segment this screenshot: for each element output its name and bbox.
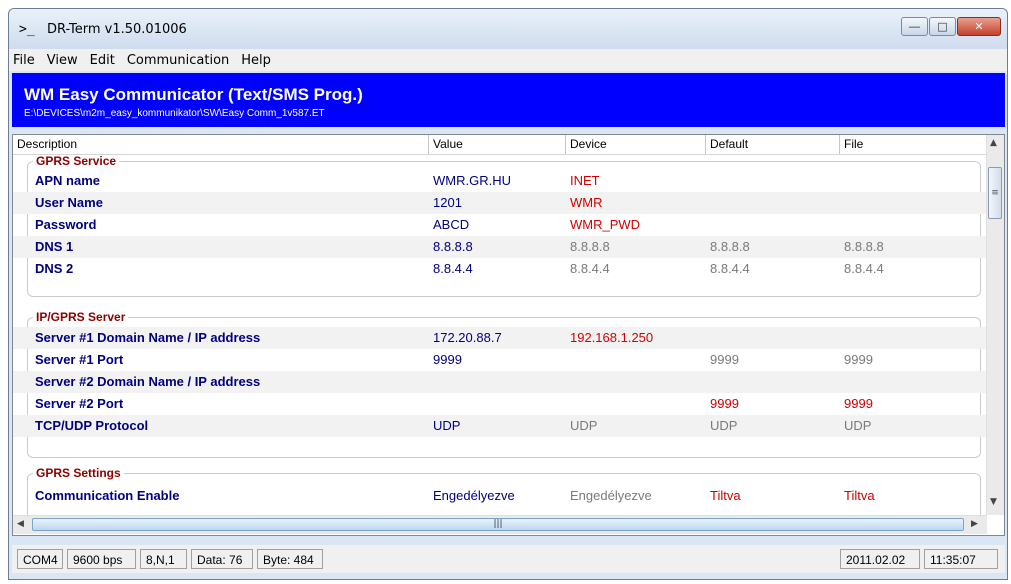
row-device: 8.8.4.4 xyxy=(570,261,610,276)
row-file: 8.8.4.4 xyxy=(844,261,884,276)
row-value[interactable]: 172.20.88.7 xyxy=(433,327,502,349)
row-description: User Name xyxy=(35,195,103,210)
table-row[interactable]: User Name 1201 WMR xyxy=(13,192,987,214)
status-date: 2011.02.02 xyxy=(840,549,920,569)
vertical-scrollbar[interactable]: ▲ ≡ ▼ xyxy=(986,135,1004,515)
column-header-device[interactable]: Device xyxy=(566,135,706,154)
menu-file[interactable]: File xyxy=(9,53,41,68)
terminal-prompt-icon: >_ xyxy=(19,22,35,37)
group-label: GPRS Settings xyxy=(33,466,124,480)
row-description: Server #2 Domain Name / IP address xyxy=(35,374,261,389)
row-device: INET xyxy=(570,173,600,188)
parameter-grid: Description Value Device Default File GP… xyxy=(12,134,1005,536)
window-title: DR-Term v1.50.01006 xyxy=(47,22,187,37)
row-description: Communication Enable xyxy=(35,488,180,503)
row-file: 9999 xyxy=(844,396,873,411)
grid-content: GPRS Service APN name WMR.GR.HU INET Use… xyxy=(13,155,987,515)
table-row[interactable]: Server #1 Port 9999 9999 9999 xyxy=(13,349,987,371)
status-bytes: Byte: 484 xyxy=(257,549,323,569)
scroll-left-icon[interactable]: ◀ xyxy=(17,519,24,529)
row-device: 8.8.8.8 xyxy=(570,239,610,254)
status-port: COM4 xyxy=(17,549,63,569)
row-default: 9999 xyxy=(710,352,739,367)
close-icon: ✕ xyxy=(974,20,984,33)
row-device: WMR xyxy=(570,195,603,210)
row-value[interactable]: 8.8.8.8 xyxy=(433,236,473,258)
table-row[interactable]: APN name WMR.GR.HU INET xyxy=(13,170,987,192)
menu-bar: File View Edit Communication Help xyxy=(9,49,1007,71)
table-row[interactable]: DNS 2 8.8.4.4 8.8.4.4 8.8.4.4 8.8.4.4 xyxy=(13,258,987,280)
file-path: E:\DEVICES\m2m_easy_kommunikator\SW\Easy… xyxy=(24,108,325,119)
table-row[interactable]: Server #2 Port 9999 9999 xyxy=(13,393,987,415)
menu-view[interactable]: View xyxy=(41,53,84,68)
column-header-default[interactable]: Default xyxy=(706,135,840,154)
table-row[interactable]: Communication Enable Engedélyezve Engedé… xyxy=(13,485,987,507)
row-default: UDP xyxy=(710,418,738,433)
column-header-description[interactable]: Description xyxy=(13,135,429,154)
maximize-icon: □ xyxy=(937,20,948,33)
scroll-down-icon[interactable]: ▼ xyxy=(990,497,997,507)
vertical-scroll-thumb[interactable]: ≡ xyxy=(988,167,1002,219)
status-time: 11:35:07 xyxy=(924,549,998,569)
row-description: Password xyxy=(35,217,97,232)
table-row[interactable]: Server #1 Domain Name / IP address 172.2… xyxy=(13,327,987,349)
row-default: 9999 xyxy=(710,396,739,411)
row-file: UDP xyxy=(844,418,872,433)
row-default: 8.8.8.8 xyxy=(710,239,750,254)
table-row[interactable]: TCP/UDP Protocol UDP UDP UDP UDP xyxy=(13,415,987,437)
window-controls: ― □ ✕ xyxy=(900,17,1001,36)
group-label: IP/GPRS Server xyxy=(33,310,129,324)
row-description: DNS 2 xyxy=(35,261,74,276)
row-description: Server #1 Port xyxy=(35,352,124,367)
minimize-button[interactable]: ― xyxy=(901,17,928,36)
row-value[interactable]: 8.8.4.4 xyxy=(433,258,473,280)
row-default: Tiltva xyxy=(710,488,741,503)
status-baud: 9600 bps xyxy=(67,549,136,569)
column-header-file[interactable]: File xyxy=(840,135,987,154)
maximize-button[interactable]: □ xyxy=(929,17,956,36)
grid-header: Description Value Device Default File xyxy=(13,135,987,155)
row-description: DNS 1 xyxy=(35,239,74,254)
row-description: TCP/UDP Protocol xyxy=(35,418,149,433)
table-row[interactable]: DNS 1 8.8.8.8 8.8.8.8 8.8.8.8 8.8.8.8 xyxy=(13,236,987,258)
horizontal-scroll-thumb[interactable]: ||| xyxy=(32,518,964,531)
device-banner: WM Easy Communicator (Text/SMS Prog.) E:… xyxy=(12,73,1005,127)
device-title: WM Easy Communicator (Text/SMS Prog.) xyxy=(24,85,363,104)
status-data: Data: 76 xyxy=(191,549,253,569)
row-value[interactable]: WMR.GR.HU xyxy=(433,170,511,192)
menu-help[interactable]: Help xyxy=(235,53,277,68)
menu-edit[interactable]: Edit xyxy=(84,53,121,68)
horizontal-scrollbar[interactable]: ◀ ||| ▶ xyxy=(13,515,987,534)
row-value[interactable]: Engedélyezve xyxy=(433,485,515,507)
row-description: Server #1 Domain Name / IP address xyxy=(35,330,261,345)
title-bar[interactable]: >_ DR-Term v1.50.01006 ― □ ✕ xyxy=(9,9,1007,49)
row-value[interactable]: 1201 xyxy=(433,192,462,214)
app-window: >_ DR-Term v1.50.01006 ― □ ✕ File View E… xyxy=(8,8,1008,580)
status-format: 8,N,1 xyxy=(140,549,187,569)
minimize-icon: ― xyxy=(909,20,920,33)
row-device: Engedélyezve xyxy=(570,488,652,503)
row-device: 192.168.1.250 xyxy=(570,330,654,345)
row-device: WMR_PWD xyxy=(570,217,641,232)
row-value[interactable]: 9999 xyxy=(433,349,462,371)
row-file: Tiltva xyxy=(844,488,875,503)
scroll-right-icon[interactable]: ▶ xyxy=(971,519,978,529)
status-bar: COM4 9600 bps 8,N,1 Data: 76 Byte: 484 2… xyxy=(12,545,1005,573)
row-value[interactable]: ABCD xyxy=(433,214,469,236)
scroll-up-icon[interactable]: ▲ xyxy=(990,138,997,148)
table-row[interactable]: Password ABCD WMR_PWD xyxy=(13,214,987,236)
close-button[interactable]: ✕ xyxy=(957,17,1001,36)
row-default: 8.8.4.4 xyxy=(710,261,750,276)
row-value[interactable]: UDP xyxy=(433,415,460,437)
row-device: UDP xyxy=(570,418,598,433)
row-description: Server #2 Port xyxy=(35,396,124,411)
row-description: APN name xyxy=(35,173,101,188)
group-label: GPRS Service xyxy=(33,155,120,168)
row-file: 8.8.8.8 xyxy=(844,239,884,254)
row-file: 9999 xyxy=(844,352,873,367)
table-row[interactable]: Server #2 Domain Name / IP address xyxy=(13,371,987,393)
column-header-value[interactable]: Value xyxy=(429,135,566,154)
menu-communication[interactable]: Communication xyxy=(121,53,235,68)
